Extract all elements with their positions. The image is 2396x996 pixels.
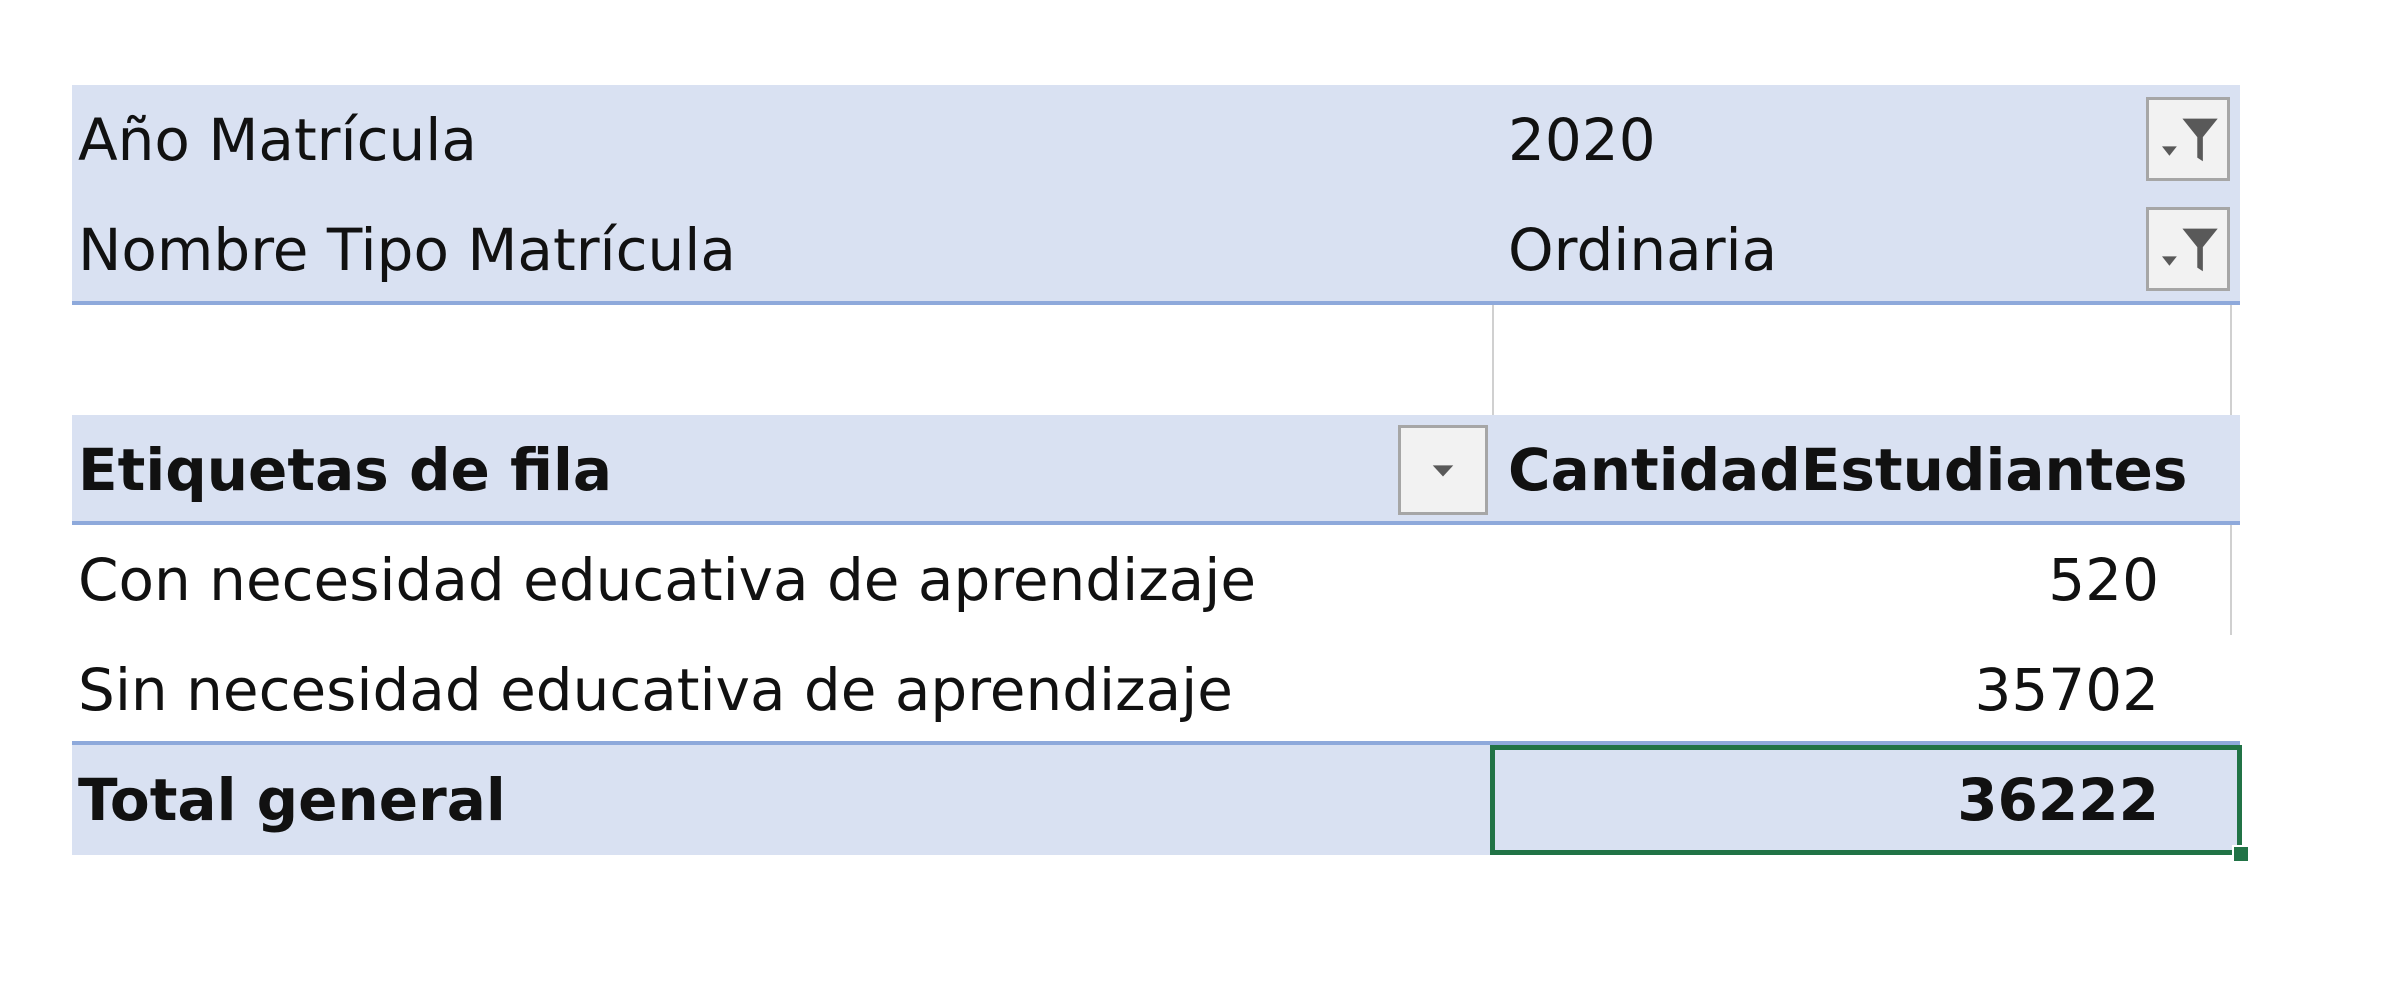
grand-total-row: Total general 36222 bbox=[72, 745, 2250, 863]
grand-total-label[interactable]: Total general bbox=[78, 745, 506, 855]
row-labels-header: Etiquetas de fila bbox=[78, 436, 613, 504]
filter-dropdown-icon[interactable] bbox=[2146, 207, 2230, 291]
row-label[interactable]: Sin necesidad educativa de aprendizaje bbox=[78, 635, 1233, 745]
pivot-table: Año Matrícula 2020 Nombre Tipo Matrícula… bbox=[72, 85, 2250, 863]
fill-handle[interactable] bbox=[2232, 845, 2250, 863]
selected-cell-outline bbox=[1490, 745, 2242, 855]
row-value[interactable]: 520 bbox=[1496, 525, 2159, 635]
table-row: Sin necesidad educativa de aprendizaje 3… bbox=[72, 635, 2240, 745]
empty-row bbox=[72, 305, 2240, 415]
filter-label-year: Año Matrícula bbox=[78, 106, 477, 174]
gridline bbox=[2230, 305, 2232, 415]
value-field-header[interactable]: CantidadEstudiantes bbox=[1508, 415, 2187, 525]
row-value[interactable]: 35702 bbox=[1496, 635, 2159, 745]
gridline bbox=[2230, 525, 2232, 635]
gridline bbox=[1492, 305, 1494, 415]
chevron-down-icon[interactable] bbox=[1398, 425, 1488, 515]
table-row: Con necesidad educativa de aprendizaje 5… bbox=[72, 525, 2240, 635]
row-label[interactable]: Con necesidad educativa de aprendizaje bbox=[78, 525, 1256, 635]
filter-value-enrollment-type[interactable]: Ordinaria bbox=[1508, 195, 1777, 305]
filter-row-year: Año Matrícula 2020 bbox=[72, 85, 2240, 195]
filter-label-enrollment-type: Nombre Tipo Matrícula bbox=[78, 216, 736, 284]
filter-dropdown-icon[interactable] bbox=[2146, 97, 2230, 181]
filter-row-enrollment-type: Nombre Tipo Matrícula Ordinaria bbox=[72, 195, 2240, 305]
pivot-header-row: Etiquetas de fila CantidadEstudiantes bbox=[72, 415, 2240, 525]
filter-value-year[interactable]: 2020 bbox=[1508, 85, 1656, 195]
